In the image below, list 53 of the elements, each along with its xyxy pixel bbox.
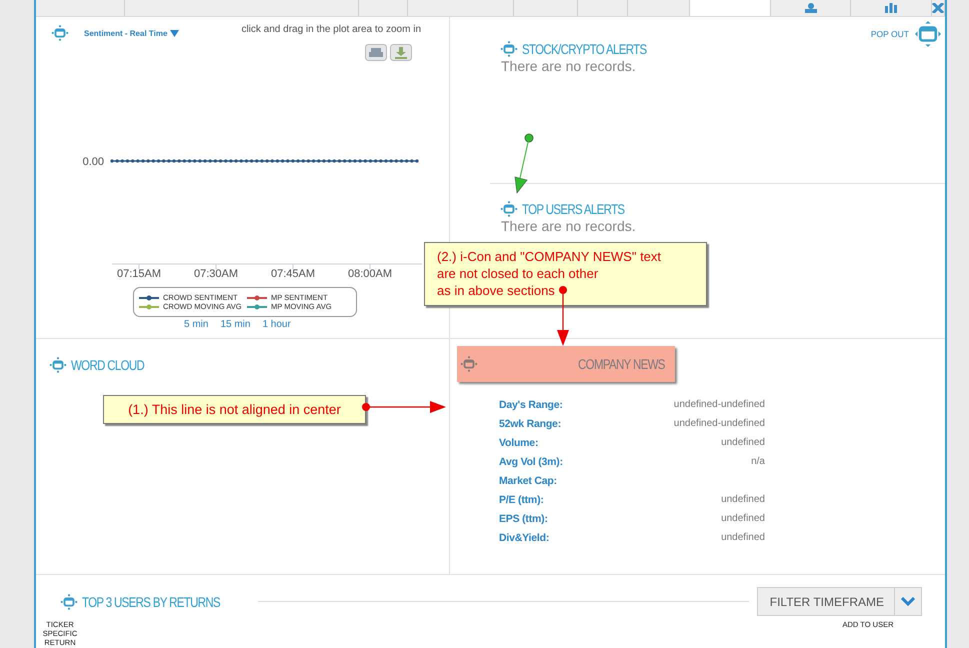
empty-message: There are no records. — [501, 218, 637, 234]
bar-chart-icon — [885, 3, 898, 13]
annotation-arrow — [557, 286, 569, 346]
stat-label: Avg Vol (3m): — [499, 456, 564, 470]
pop-out-icon[interactable] — [915, 21, 941, 47]
range-link[interactable]: 1 hour — [262, 319, 291, 330]
stat-value: undefined — [720, 437, 765, 450]
stat-label: Div&Yield: — [499, 532, 550, 546]
top-tab[interactable] — [932, 0, 945, 16]
stat-label: 52wk Range: — [499, 418, 562, 432]
stat-label: Volume: — [499, 437, 540, 451]
annotation-note: (2.) i-Con and "COMPANY NEWS" text are not closed to each other as in above sections — [424, 242, 707, 306]
widget-icon[interactable] — [49, 356, 67, 374]
stat-value: n/a — [750, 456, 765, 469]
stat-value: undefined — [720, 513, 765, 526]
widget-icon[interactable] — [500, 200, 518, 218]
x-tick-label: 07:45AM — [270, 268, 316, 280]
section-title: TOP 3 USERS BY RETURNS — [82, 594, 220, 610]
range-link[interactable]: 15 min — [220, 319, 250, 330]
pop-out-link[interactable]: POP OUT — [870, 29, 909, 39]
print-button[interactable] — [365, 44, 387, 61]
stat-label: Market Cap: — [499, 475, 558, 489]
stat-value: undefined-undefined — [672, 399, 765, 412]
section-title: WORD CLOUD — [71, 357, 144, 373]
section-title: STOCK/CRYPTO ALERTS — [522, 41, 646, 57]
chevron-down-icon — [901, 597, 915, 606]
section-title: COMPANY NEWS — [578, 356, 665, 372]
y-value-label: 0.00 — [82, 156, 104, 168]
caret-icon — [170, 30, 180, 36]
person-icon — [804, 3, 818, 13]
section-title: TOP USERS ALERTS — [522, 201, 624, 217]
widget-icon[interactable] — [60, 592, 78, 610]
filter-timeframe-dropdown[interactable]: FILTER TIMEFRAME — [756, 587, 922, 616]
stat-value: undefined — [720, 494, 765, 507]
widget-icon[interactable] — [500, 40, 518, 58]
stat-value: undefined — [720, 532, 765, 545]
stat-value: undefined-undefined — [672, 418, 765, 431]
x-tick-label: 07:30AM — [194, 268, 238, 280]
stat-label: EPS (ttm): — [499, 513, 549, 527]
download-button[interactable] — [390, 44, 412, 61]
close-icon — [932, 3, 944, 13]
widget-icon[interactable] — [460, 355, 478, 373]
annotation-arrow — [514, 134, 534, 194]
sentiment-dropdown[interactable]: Sentiment - Real Time — [84, 28, 180, 38]
annotation-note: (1.) This line is not aligned in center — [103, 395, 366, 424]
range-link[interactable]: 5 min — [184, 319, 208, 330]
stat-label: P/E (ttm): — [499, 494, 545, 508]
widget-icon[interactable] — [51, 24, 69, 42]
zoom-hint: click and drag in the plot area to zoom in — [241, 24, 421, 34]
x-tick-label: 07:15AM — [116, 268, 162, 280]
empty-message: There are no records. — [501, 58, 637, 74]
stat-label: Day's Range: — [499, 399, 564, 413]
x-tick-label: 08:00AM — [348, 268, 392, 280]
